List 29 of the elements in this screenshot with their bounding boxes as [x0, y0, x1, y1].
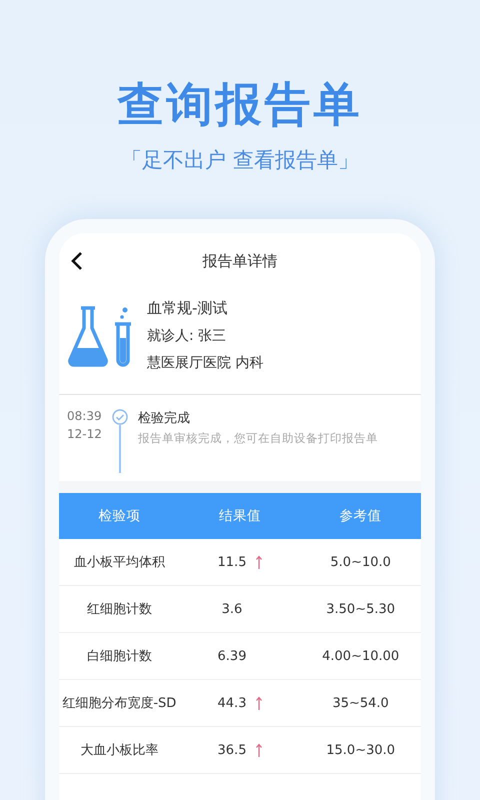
table-cell: 6.39 — [218, 648, 246, 664]
column-header: 参考值 — [338, 507, 383, 525]
table-cell-text: 3.50~5.30 — [325, 602, 396, 616]
table-cell-text: 白细胞计数 — [86, 648, 153, 665]
table-cell-text: 35~54.0 — [331, 696, 390, 710]
table-cell: 11.5 — [218, 554, 246, 570]
table-cell-text: 大血小板比率 — [79, 742, 160, 759]
table-cell: 3.6 — [222, 602, 242, 616]
timeline-time: 08:39 — [67, 409, 102, 423]
table-cell-text: 4.00~10.00 — [321, 648, 400, 664]
page-title: 报告单详情 — [202, 252, 278, 270]
table-cell: 44.3 — [218, 696, 246, 710]
patient-name: 就诊人: 张三 — [147, 327, 228, 345]
timeline-date: 12-12 — [67, 427, 102, 441]
back-icon[interactable] — [69, 250, 85, 272]
table-cell-text: 血小板平均体积 — [72, 554, 166, 571]
headline: 查询报告单 — [118, 76, 362, 132]
report-name: 血常规-测试 — [147, 299, 228, 318]
column-header: 检验项 — [97, 507, 142, 525]
column-header: 结果值 — [218, 507, 262, 525]
timeline-detail: 报告单审核完成，您可在自助设备打印报告单 — [138, 431, 378, 446]
tagline: 「足不出户 查看报告单」 — [121, 147, 359, 174]
table-cell: 36.5 — [218, 742, 246, 758]
table-cell-text: 5.0~10.0 — [329, 554, 392, 570]
table-cell-text: 15.0~30.0 — [325, 742, 396, 758]
table-cell-text: 红细胞计数 — [86, 601, 153, 618]
hospital-department: 慧医展厅医院 内科 — [147, 354, 264, 372]
timeline-status: 检验完成 — [138, 410, 191, 427]
table-cell-text: 红细胞分布宽度-SD — [61, 695, 178, 712]
